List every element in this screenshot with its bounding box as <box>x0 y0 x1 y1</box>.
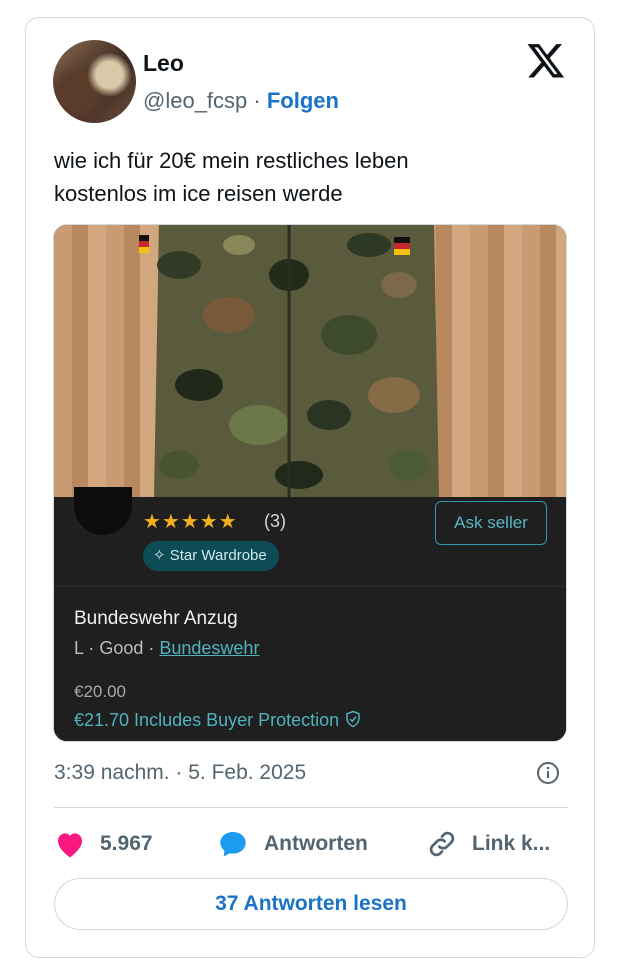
like-count: 5.967 <box>100 832 153 855</box>
link-label: Link k... <box>472 832 551 855</box>
author-handle-row: @leo_fcsp · Folgen <box>143 88 339 114</box>
link-icon <box>429 831 455 857</box>
listing-panel: ★★★★★ (3) ✧ Star Wardrobe Ask seller Bun… <box>54 487 566 741</box>
badge-label: Star Wardrobe <box>169 547 267 564</box>
seller-avatar[interactable] <box>74 487 132 535</box>
tweet-timestamp[interactable]: 3:39 nachm. · 5. Feb. 2025 <box>54 761 306 785</box>
shield-check-icon <box>346 710 360 728</box>
x-logo-icon[interactable] <box>526 40 566 80</box>
sparkle-icon: ✧ <box>153 547 170 564</box>
rating-stars: ★★★★★ <box>143 511 238 533</box>
reply-button[interactable]: Antworten <box>216 826 368 862</box>
heart-icon <box>58 833 82 858</box>
tweet-media[interactable]: ★★★★★ (3) ✧ Star Wardrobe Ask seller Bun… <box>53 224 567 742</box>
item-size-condition: L · Good · <box>74 638 160 658</box>
tweet-text-line-1: wie ich für 20€ mein restliches leben <box>54 148 409 173</box>
item-title: Bundeswehr Anzug <box>74 608 238 629</box>
ask-seller-button[interactable]: Ask seller <box>435 501 547 545</box>
embedded-tweet-card: Leo @leo_fcsp · Folgen wie ich für 20€ m… <box>25 17 595 958</box>
rating-count: (3) <box>264 511 286 531</box>
copy-link-button[interactable]: Link k... <box>426 826 550 862</box>
avatar[interactable] <box>53 40 136 123</box>
item-price: €20.00 <box>74 682 126 701</box>
star-wardrobe-badge: ✧ Star Wardrobe <box>143 541 279 571</box>
reply-bubble-icon <box>220 832 246 857</box>
info-icon[interactable] <box>536 761 560 785</box>
camouflage-jacket-image <box>139 225 439 497</box>
reply-label: Antworten <box>264 832 368 855</box>
listing-divider <box>54 586 566 587</box>
tweet-text-line-2: kostenlos im ice reisen werde <box>54 181 343 206</box>
read-replies-button[interactable]: 37 Antworten lesen <box>54 878 568 930</box>
brand-link[interactable]: Bundeswehr <box>159 638 259 658</box>
author-handle[interactable]: @leo_fcsp <box>143 88 247 113</box>
item-meta: L · Good · Bundeswehr <box>74 638 259 659</box>
protection-price-text: €21.70 Includes Buyer Protection <box>74 710 340 730</box>
tweet-actions: 5.967 Antworten Link k... <box>54 826 584 862</box>
follow-button[interactable]: Folgen <box>267 88 339 113</box>
price-with-protection: €21.70 Includes Buyer Protection <box>74 710 362 731</box>
author-name[interactable]: Leo <box>143 50 184 77</box>
tweet-text: wie ich für 20€ mein restliches leben ko… <box>54 144 574 210</box>
like-button[interactable]: 5.967 <box>54 826 153 862</box>
jacket-photo <box>54 225 566 497</box>
separator-line <box>54 807 568 808</box>
handle-separator: · <box>247 88 267 113</box>
